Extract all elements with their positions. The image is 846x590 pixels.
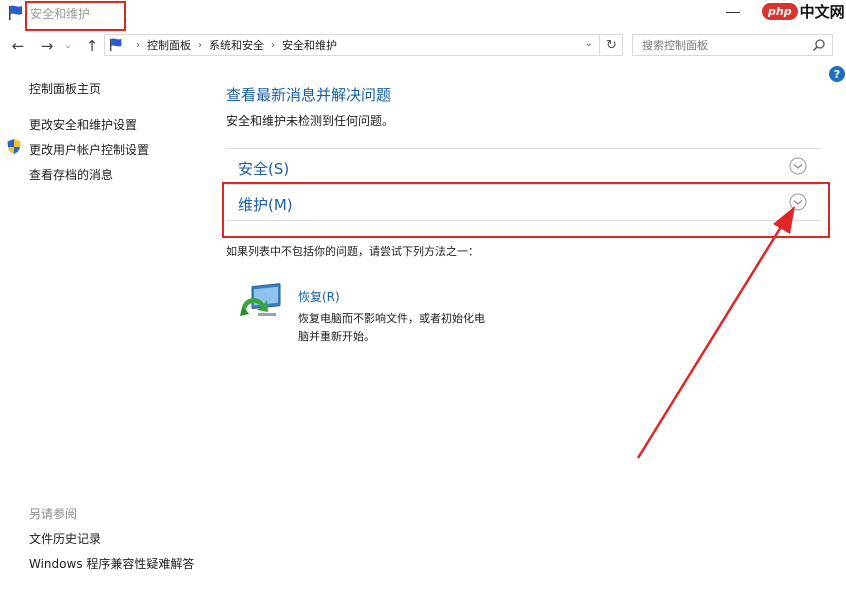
see-also-heading: 另请参阅 xyxy=(29,507,78,521)
back-arrow-icon: ← xyxy=(11,37,25,55)
search-icon xyxy=(812,39,825,52)
site-logo: php 中文网 xyxy=(762,1,845,21)
file-history-link[interactable]: 文件历史记录 xyxy=(29,530,101,547)
recent-locations-button[interactable]: ⌄ xyxy=(62,37,74,55)
status-message: 安全和维护未检测到任何问题。 xyxy=(226,114,395,128)
up-arrow-icon: ↑ xyxy=(85,37,99,55)
logo-text: 中文网 xyxy=(799,2,845,21)
sidebar-change-settings-link[interactable]: 更改安全和维护设置 xyxy=(29,116,137,133)
breadcrumb-system-security[interactable]: 系统和安全 xyxy=(209,37,264,53)
security-flag-icon xyxy=(9,5,22,20)
expand-security-icon[interactable] xyxy=(789,157,807,175)
annotation-arrow xyxy=(636,206,795,459)
refresh-button[interactable]: ↻ xyxy=(601,34,623,56)
recovery-icon[interactable] xyxy=(238,282,284,326)
breadcrumb-control-panel[interactable]: 控制面板 xyxy=(147,37,191,53)
refresh-icon: ↻ xyxy=(606,37,617,53)
security-section-header[interactable]: 安全(S) xyxy=(238,158,289,179)
breadcrumb-separator-icon: › xyxy=(198,39,202,51)
sidebar-archived-messages-link[interactable]: 查看存档的消息 xyxy=(29,166,113,183)
compatibility-troubleshooter-link[interactable]: Windows 程序兼容性疑难解答 xyxy=(29,555,194,572)
breadcrumb-separator-icon: › xyxy=(271,39,275,51)
sidebar-home-link[interactable]: 控制面板主页 xyxy=(29,80,101,97)
chevron-down-icon: ⌄ xyxy=(64,41,72,51)
sidebar-uac-settings-link[interactable]: 更改用户帐户控制设置 xyxy=(29,141,149,158)
forward-button[interactable]: → xyxy=(38,37,56,55)
security-flag-icon xyxy=(110,38,122,52)
troubleshoot-hint: 如果列表中不包括你的问题，请尝试下列方法之一： xyxy=(226,245,479,258)
logo-badge: php xyxy=(762,2,798,20)
forward-arrow-icon: → xyxy=(40,37,54,55)
search-placeholder: 搜索控制面板 xyxy=(642,39,708,52)
help-button[interactable]: ? xyxy=(829,66,845,82)
recovery-link[interactable]: 恢复(R) xyxy=(298,288,340,305)
breadcrumb-security-maintenance[interactable]: 安全和维护 xyxy=(282,37,337,53)
help-icon: ? xyxy=(833,67,841,81)
page-title: 查看最新消息并解决问题 xyxy=(226,86,392,104)
title-highlight-box xyxy=(25,1,126,31)
breadcrumb-separator-icon: › xyxy=(136,39,140,51)
maintenance-highlight-box xyxy=(222,182,830,238)
back-button[interactable]: ← xyxy=(9,37,27,55)
up-button[interactable]: ↑ xyxy=(83,37,101,55)
search-input[interactable]: 搜索控制面板 xyxy=(632,34,833,56)
section-divider xyxy=(226,148,820,149)
minimize-button[interactable] xyxy=(726,12,740,13)
address-bar[interactable]: › 控制面板 › 系统和安全 › 安全和维护 ⌄ xyxy=(104,34,600,56)
address-dropdown-icon[interactable]: ⌄ xyxy=(585,38,593,49)
uac-shield-icon xyxy=(7,139,21,154)
recovery-description: 恢复电脑而不影响文件，或者初始化电脑并重新开始。 xyxy=(298,312,485,343)
